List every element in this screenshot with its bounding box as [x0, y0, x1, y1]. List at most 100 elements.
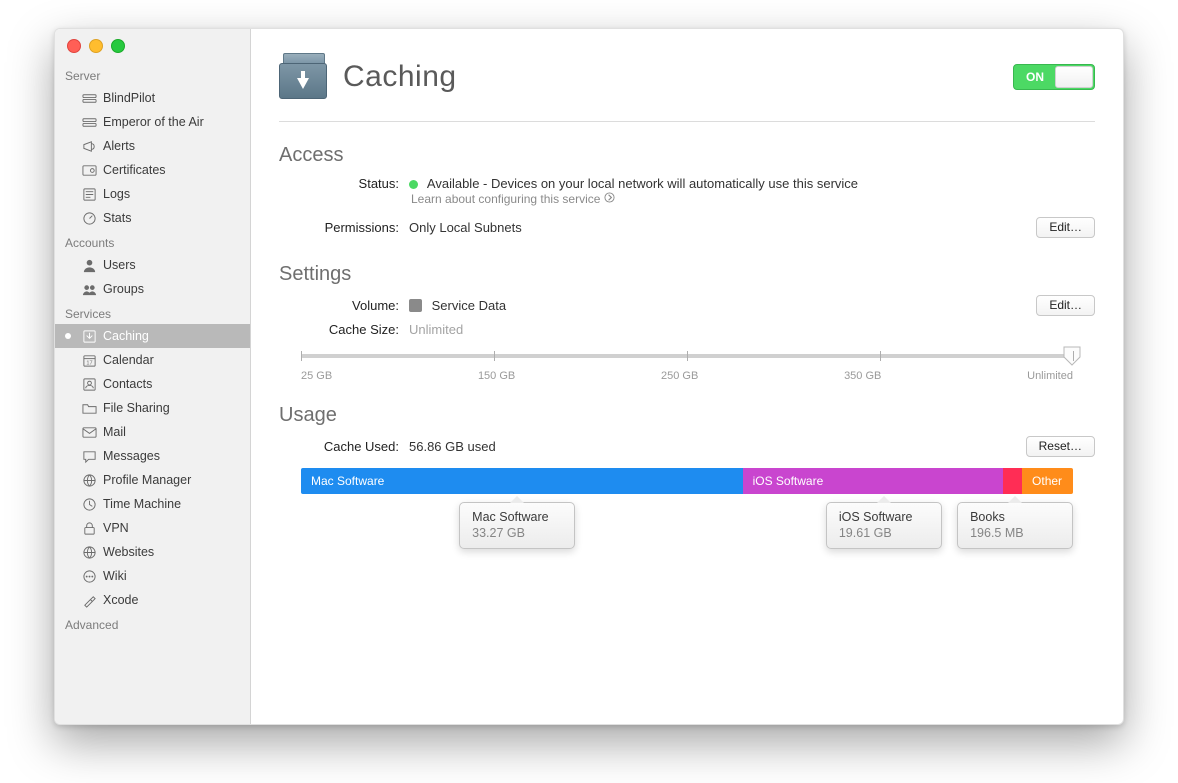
window-controls — [67, 39, 125, 53]
status-label: Status: — [301, 176, 409, 191]
learn-link[interactable]: Learn about configuring this service — [411, 192, 1095, 206]
slider-thumb[interactable] — [1063, 346, 1081, 366]
sidebar-item-label: Users — [103, 258, 136, 272]
sidebar-item-emperor-of-the-air[interactable]: Emperor of the Air — [55, 110, 250, 134]
megaphone-icon — [81, 138, 97, 154]
chevron-right-icon — [604, 192, 615, 206]
sidebar-item-logs[interactable]: Logs — [55, 182, 250, 206]
close-button[interactable] — [67, 39, 81, 53]
sidebar-item-label: Contacts — [103, 377, 152, 391]
permissions-value: Only Local Subnets — [409, 220, 522, 235]
callout-title: Books — [970, 510, 1060, 524]
edit-permissions-button[interactable]: Edit… — [1036, 217, 1095, 238]
slider-tick-label: 150 GB — [478, 370, 515, 382]
page-title: Caching — [343, 60, 457, 94]
usage-segment-ios-software: iOS Software — [743, 468, 1003, 494]
toggle-knob — [1055, 66, 1093, 88]
sidebar-item-label: Calendar — [103, 353, 154, 367]
cache-used-label: Cache Used: — [301, 439, 409, 454]
sidebar-item-label: Alerts — [103, 139, 135, 153]
usage-callout-books: Books 196.5 MB — [957, 502, 1073, 549]
sidebar-item-messages[interactable]: Messages — [55, 444, 250, 468]
slider-tick — [880, 351, 881, 361]
sidebar-item-label: Stats — [103, 211, 132, 225]
sidebar-item-users[interactable]: Users — [55, 253, 250, 277]
callout-title: iOS Software — [839, 510, 929, 524]
slider-tick-label: 250 GB — [661, 370, 698, 382]
service-toggle[interactable]: ON — [1013, 64, 1095, 90]
sidebar-item-wiki[interactable]: Wiki — [55, 564, 250, 588]
sidebar-item-label: Wiki — [103, 569, 127, 583]
status-value: Available - Devices on your local networ… — [409, 176, 858, 191]
usage-callout-ios-software: iOS Software19.61 GB — [826, 502, 942, 549]
lock-icon — [81, 520, 97, 536]
gauge-icon — [81, 210, 97, 226]
callout-value: 196.5 MB — [970, 526, 1060, 540]
hammer-icon — [81, 592, 97, 608]
slider-tick-label: Unlimited — [1027, 370, 1073, 382]
sidebar-item-calendar[interactable]: 17Calendar — [55, 348, 250, 372]
cache-size-row: Cache Size: Unlimited — [279, 319, 1095, 340]
sidebar-item-label: Websites — [103, 545, 154, 559]
slider-tick — [301, 351, 302, 361]
caching-icon — [279, 53, 327, 101]
sidebar-item-label: VPN — [103, 521, 129, 535]
usage-segment-other: Other — [1022, 468, 1073, 494]
globe-icon — [81, 544, 97, 560]
server-icon — [81, 90, 97, 106]
volume-row: Volume: Service Data Edit… — [279, 292, 1095, 319]
sidebar-item-label: Logs — [103, 187, 130, 201]
callout-title: Mac Software — [472, 510, 562, 524]
sidebar-item-xcode[interactable]: Xcode — [55, 588, 250, 612]
dots-icon — [81, 568, 97, 584]
certificate-icon — [81, 162, 97, 178]
cache-size-slider[interactable]: 25 GB150 GB250 GB350 GBUnlimited — [301, 354, 1073, 382]
sidebar-item-label: Profile Manager — [103, 473, 191, 487]
sidebar-item-websites[interactable]: Websites — [55, 540, 250, 564]
sidebar-item-label: Time Machine — [103, 497, 181, 511]
permissions-row: Permissions: Only Local Subnets Edit… — [279, 214, 1095, 241]
sidebar-item-stats[interactable]: Stats — [55, 206, 250, 230]
minimize-button[interactable] — [89, 39, 103, 53]
sidebar-item-label: Certificates — [103, 163, 166, 177]
messages-icon — [81, 448, 97, 464]
sidebar-item-vpn[interactable]: VPN — [55, 516, 250, 540]
fullscreen-button[interactable] — [111, 39, 125, 53]
sidebar-item-time-machine[interactable]: Time Machine — [55, 492, 250, 516]
slider-track — [301, 354, 1073, 358]
sidebar-item-alerts[interactable]: Alerts — [55, 134, 250, 158]
sidebar-item-groups[interactable]: Groups — [55, 277, 250, 301]
edit-volume-button[interactable]: Edit… — [1036, 295, 1095, 316]
server-app-window: ServerBlindPilotEmperor of the AirAlerts… — [54, 28, 1124, 725]
sidebar-item-label: File Sharing — [103, 401, 170, 415]
callout-value: 33.27 GB — [472, 526, 562, 540]
sidebar-item-certificates[interactable]: Certificates — [55, 158, 250, 182]
sidebar-item-label: Mail — [103, 425, 126, 439]
volume-value: Service Data — [409, 298, 506, 313]
cache-size-label: Cache Size: — [301, 322, 409, 337]
usage-segment-books — [1003, 468, 1022, 494]
reset-cache-button[interactable]: Reset… — [1026, 436, 1095, 457]
sidebar-item-caching[interactable]: Caching — [55, 324, 250, 348]
disk-icon — [409, 299, 422, 312]
status-row: Status: Available - Devices on your loca… — [279, 173, 1095, 194]
sidebar-item-contacts[interactable]: Contacts — [55, 372, 250, 396]
sidebar-item-mail[interactable]: Mail — [55, 420, 250, 444]
status-indicator-icon — [409, 180, 418, 189]
sidebar-item-profile-manager[interactable]: Profile Manager — [55, 468, 250, 492]
active-dot-icon — [65, 333, 71, 339]
sidebar-item-file-sharing[interactable]: File Sharing — [55, 396, 250, 420]
mail-icon — [81, 424, 97, 440]
section-access: Access — [279, 144, 1095, 167]
section-settings: Settings — [279, 263, 1095, 286]
sidebar-group-services: Services — [55, 301, 250, 324]
server-icon — [81, 114, 97, 130]
section-usage: Usage — [279, 404, 1095, 427]
sidebar-group-accounts: Accounts — [55, 230, 250, 253]
sidebar-item-label: Messages — [103, 449, 160, 463]
folder-icon — [81, 400, 97, 416]
slider-tick — [1073, 351, 1074, 361]
slider-tick-label: 25 GB — [301, 370, 332, 382]
volume-label: Volume: — [301, 298, 409, 313]
sidebar-item-blindpilot[interactable]: BlindPilot — [55, 86, 250, 110]
